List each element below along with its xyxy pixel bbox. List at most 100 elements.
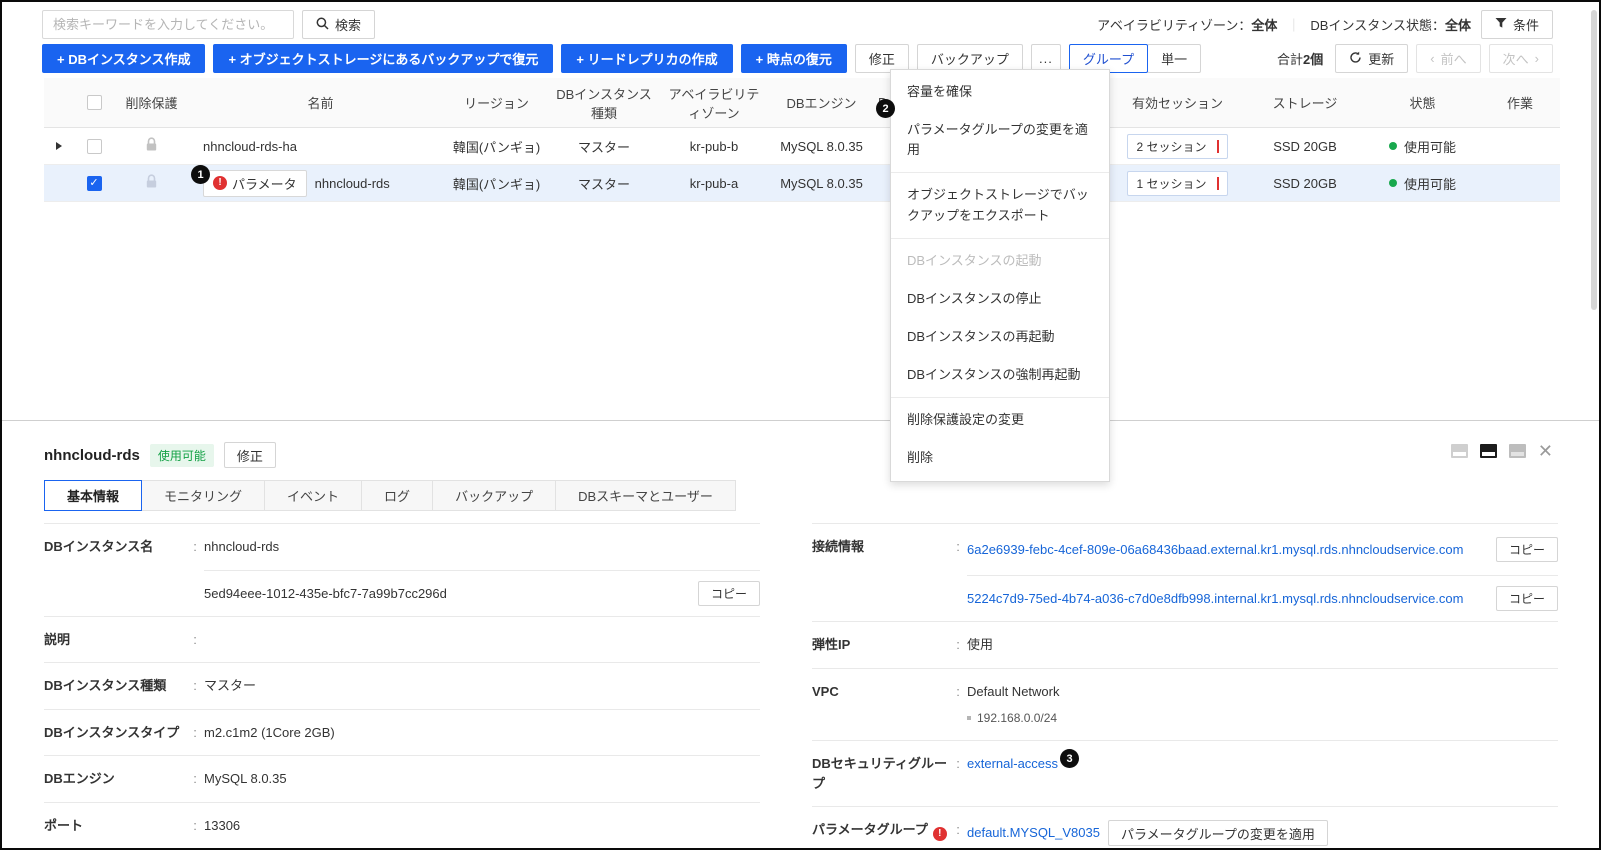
port-label: ポート [44,817,84,833]
session-chip[interactable]: 2 セッション [1127,133,1228,159]
chevron-left-icon: ‹ [1430,51,1435,66]
panel-collapse-icon[interactable] [1450,444,1468,458]
session-bar [1216,139,1219,153]
flavor-value: m2.c1m2 (1Core 2GB) [204,724,335,740]
vertical-scrollbar[interactable] [1591,10,1597,310]
tab-monitoring[interactable]: モニタリング [141,480,266,511]
tab-backup[interactable]: バックアップ [432,480,557,511]
create-read-replica-button[interactable]: + リードレプリカの作成 [561,44,733,73]
panel-split-icon[interactable] [1479,444,1497,458]
status-dot [1388,179,1397,187]
total-count: 合計2個 [1277,52,1324,67]
more-actions-menu: 容量を確保 パラメータグループの変更を適用 オブジェクトストレージでバックアップ… [890,69,1110,482]
close-icon[interactable]: ✕ [1538,442,1553,460]
parameter-warning-badge[interactable]: ! パラメータ [203,169,307,197]
panel-layout-controls: ✕ [1450,442,1553,460]
instance-id-value: 5ed94eee-1012-435e-bfc7-7a99b7cc296d [204,585,447,601]
instance-name-cell: ! パラメータ nhncloud-rds [189,165,444,201]
security-group-label: DBセキュリティグループ [812,756,947,791]
tab-db-schema-users[interactable]: DBスキーマとユーザー [555,480,736,511]
tab-logs[interactable]: ログ [361,480,434,511]
instance-name-label: DBインスタンス名 [44,539,154,554]
table-row[interactable]: ✓ ! パラメータ nhncloud-rds 韓国(パンギョ) マスター kr-… [44,165,1560,202]
eip-label: 弾性IP [812,637,851,652]
prev-page-button[interactable]: ‹ 前へ [1416,44,1481,73]
engine-value: MySQL 8.0.35 [204,771,287,786]
copy-internal-host-button[interactable]: コピー [1495,586,1558,611]
vpc-value: Default Network [967,683,1060,699]
rds-console-page: 検索 アベイラビリティゾーン：全体 ｜ DBインスタンス状態：全体 条件 + D… [0,0,1601,850]
header-task: 作業 [1506,96,1533,111]
tab-basic-info[interactable]: 基本情報 [44,480,143,511]
copy-instance-id-button[interactable]: コピー [697,580,760,606]
filter-divider: ｜ [1287,18,1301,33]
detail-title: nhncloud-rds [44,446,140,464]
state-filter-value: 全体 [1444,18,1471,33]
apply-parameter-group-button[interactable]: パラメータグループの変更を適用 [1107,820,1328,846]
next-page-button[interactable]: 次へ › [1488,44,1553,73]
session-chip[interactable]: 1 セッション [1127,170,1228,196]
row-checkbox[interactable]: ✓ [86,175,102,191]
select-all-checkbox[interactable] [86,95,102,110]
detail-left-column: DBインスタンス名 : nhncloud-rds 5ed94eee-1012-4… [44,523,760,848]
panel-expand-icon[interactable] [1508,444,1526,458]
menu-item-restart-instance[interactable]: DBインスタンスの再起動 [891,318,1109,356]
header-az: アベイラビリティゾーン [668,86,760,121]
connection-label: 接続情報 [812,539,865,554]
point-in-time-restore-button[interactable]: + 時点の復元 [740,44,847,73]
search-button[interactable]: 検索 [302,10,376,39]
security-group-link[interactable]: external-access [967,756,1058,771]
menu-item-apply-parameter-group[interactable]: パラメータグループの変更を適用 [891,111,1109,169]
header-status: 状態 [1409,96,1436,111]
status-text: 使用可能 [1403,139,1456,155]
alert-icon: ! [213,176,227,190]
lock-icon [145,137,158,155]
header-storage: ストレージ [1272,96,1338,111]
condition-button[interactable]: 条件 [1480,10,1553,39]
header-region: リージョン [464,96,529,111]
menu-item-delete[interactable]: 削除 [891,439,1109,477]
detail-header: nhncloud-rds 使用可能 修正 [44,442,276,468]
row-checkbox[interactable] [86,138,102,154]
menu-item-force-restart-instance[interactable]: DBインスタンスの強制再起動 [891,356,1109,394]
status-text: 使用可能 [1403,176,1456,192]
expand-caret-icon[interactable] [56,142,62,150]
lock-icon [145,174,158,192]
filter-funnel-icon [1495,17,1507,32]
header-engine: DBエンジン [786,96,857,111]
instance-type-value: マスター [204,678,257,693]
menu-item-secure-capacity[interactable]: 容量を確保 [891,73,1109,111]
alert-icon: ! [932,827,947,841]
search-input[interactable] [42,10,294,39]
vpc-label: VPC [812,683,839,699]
status-dot [1388,142,1397,150]
subnet-value: 192.168.0.0/24 [967,709,1558,727]
session-bar [1216,176,1219,190]
panel-divider [2,420,1599,421]
detail-modify-button[interactable]: 修正 [223,442,276,468]
detail-tabs: 基本情報 モニタリング イベント ログ バックアップ DBスキーマとユーザー [44,480,736,511]
port-value: 13306 [204,817,241,833]
menu-item-stop-instance[interactable]: DBインスタンスの停止 [891,280,1109,318]
single-mode-button[interactable]: 単一 [1147,44,1202,73]
description-label: 説明 [44,631,71,647]
external-host-link[interactable]: 6a2e6939-febc-4cef-809e-06a68436baad.ext… [967,540,1463,560]
menu-item-change-delete-protection[interactable]: 削除保護設定の変更 [891,401,1109,439]
annotation-badge-2: 2 [876,99,895,118]
state-filter-label: DBインスタンス状態： [1310,18,1445,33]
annotation-badge-1: 1 [191,165,210,184]
table-row[interactable]: nhncloud-rds-ha 韓国(パンギョ) マスター kr-pub-b M… [44,128,1560,165]
chevron-right-icon: › [1534,51,1539,66]
engine-label: DBエンジン [44,771,115,786]
menu-item-export-backup[interactable]: オブジェクトストレージでバックアップをエクスポート [891,176,1109,234]
internal-host-link[interactable]: 5224c7d9-75ed-4b74-a036-c7d0e8dfb998.int… [967,591,1463,606]
restore-from-object-storage-button[interactable]: + オブジェクトストレージにあるバックアップで復元 [213,44,554,73]
instance-type-label: DBインスタンス種類 [44,678,167,693]
detail-right-column: 接続情報 : 6a2e6939-febc-4cef-809e-06a68436b… [812,523,1558,848]
create-instance-button[interactable]: + DBインスタンス作成 [42,44,206,73]
refresh-button[interactable]: 更新 [1335,44,1409,73]
parameter-group-link[interactable]: default.MYSQL_V8035 [967,823,1100,843]
copy-external-host-button[interactable]: コピー [1495,537,1558,562]
menu-item-start-instance: DBインスタンスの起動 [907,252,1042,268]
tab-events[interactable]: イベント [264,480,363,511]
